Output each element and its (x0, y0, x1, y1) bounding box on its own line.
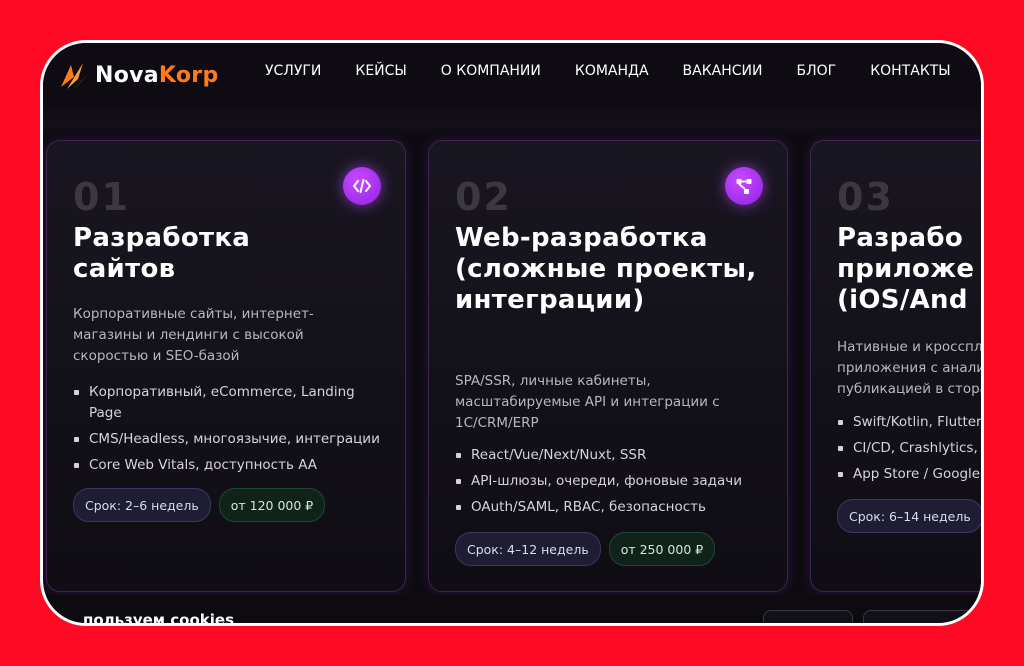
card-meta: Срок: 2–6 недель от 120 000 ₽ (73, 488, 333, 522)
card-title: Web-разработка (сложные проекты, интегра… (455, 223, 757, 315)
feature-item: API-шлюзы, очереди, фоновые задачи (455, 471, 765, 492)
feature-item: CMS/Headless, многоязычие, интеграции (73, 429, 383, 450)
feature-item: CI/CD, Crashlytics, (837, 438, 981, 459)
feature-item: Swift/Kotlin, Flutter (837, 412, 981, 433)
card-meta: Срок: 6–14 недель (837, 499, 981, 533)
card-title: Разрабо приложе (iOS/And (837, 223, 975, 315)
service-card-mobile-apps[interactable]: 03 Разрабо приложе (iOS/And Нативные и к… (810, 140, 981, 592)
card-description: Нативные и кроссплa приложения с аналит … (837, 339, 981, 397)
logo-text: NovaKorp (95, 63, 219, 88)
logo[interactable]: NovaKorp (57, 55, 219, 95)
nav-item-services[interactable]: УСЛУГИ (265, 63, 321, 79)
card-number: 02 (455, 175, 512, 219)
card-features: Swift/Kotlin, Flutter CI/CD, Crashlytics… (837, 412, 981, 490)
card-meta: Срок: 4–12 недель от 250 000 ₽ (455, 532, 723, 566)
main-nav: УСЛУГИ КЕЙСЫ О КОМПАНИИ КОМАНДА ВАКАНСИИ… (265, 63, 951, 79)
card-number: 03 (837, 175, 894, 219)
price-badge: от 250 000 ₽ (608, 532, 716, 566)
logo-icon (61, 63, 91, 90)
card-features: Корпоративный, eCommerce, Landing Page C… (73, 382, 383, 481)
term-badge: Срок: 4–12 недель (455, 532, 601, 566)
nav-item-blog[interactable]: БЛОГ (797, 63, 837, 79)
card-description: SPA/SSR, личные кабинеты, масштабируемые… (455, 373, 720, 431)
share-nodes-icon (725, 167, 763, 205)
nav-item-cases[interactable]: КЕЙСЫ (355, 63, 406, 79)
code-icon (343, 167, 381, 205)
cookie-text: пользуем cookies (83, 611, 235, 623)
card-description: Корпоративные сайты, интернет-магазины и… (73, 306, 314, 364)
nav-item-team[interactable]: КОМАНДА (575, 63, 649, 79)
feature-item: App Store / Google (837, 464, 981, 485)
service-card-web-development[interactable]: 02 Web-разработка (сложные проекты, инте… (428, 140, 788, 592)
nav-item-about[interactable]: О КОМПАНИИ (441, 63, 541, 79)
logo-text-part1: Nova (95, 62, 159, 88)
card-title: Разработка сайтов (73, 223, 251, 284)
price-badge: от 120 000 ₽ (218, 488, 326, 522)
nav-item-contacts[interactable]: КОНТАКТЫ (870, 63, 950, 79)
card-number: 01 (73, 175, 130, 219)
feature-item: OAuth/SAML, RBAC, безопасность (455, 497, 765, 518)
nav-item-vacancies[interactable]: ВАКАНСИИ (683, 63, 763, 79)
feature-item: Корпоративный, eCommerce, Landing Page (73, 382, 383, 424)
cookie-accept-button[interactable] (863, 610, 981, 623)
cookie-settings-button[interactable] (763, 610, 853, 623)
service-card-websites[interactable]: 01 Разработка сайтов Корпоративные сайты… (46, 140, 406, 592)
feature-item: Core Web Vitals, доступность AA (73, 455, 383, 476)
term-badge: Срок: 6–14 недель (837, 499, 981, 533)
page-screen: NovaKorp УСЛУГИ КЕЙСЫ О КОМПАНИИ КОМАНДА… (43, 43, 981, 623)
header-shadow-band (43, 105, 981, 137)
logo-text-part2: Korp (158, 62, 219, 88)
site-header: NovaKorp УСЛУГИ КЕЙСЫ О КОМПАНИИ КОМАНДА… (43, 43, 981, 105)
device-frame: NovaKorp УСЛУГИ КЕЙСЫ О КОМПАНИИ КОМАНДА… (40, 40, 984, 626)
cookie-banner: пользуем cookies (43, 595, 981, 623)
feature-item: React/Vue/Next/Nuxt, SSR (455, 445, 765, 466)
term-badge: Срок: 2–6 недель (73, 488, 211, 522)
card-features: React/Vue/Next/Nuxt, SSR API-шлюзы, очер… (455, 445, 765, 523)
